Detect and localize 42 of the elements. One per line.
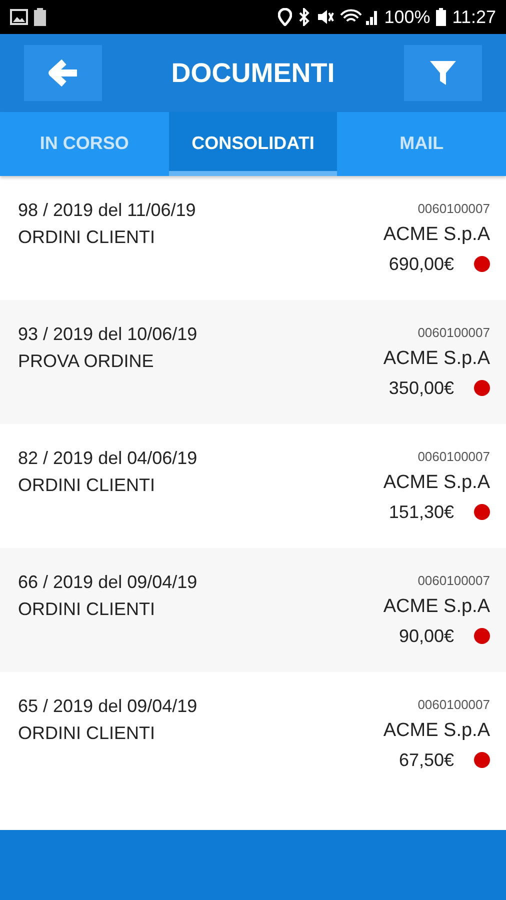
tab[interactable]: CONSOLIDATI (168, 112, 338, 176)
customer-code: 0060100007 (418, 324, 490, 342)
customer-name: ACME S.p.A (383, 595, 490, 619)
document-type: ORDINI CLIENTI (18, 598, 156, 621)
page-title: DOCUMENTI (171, 58, 335, 88)
customer-code: 0060100007 (418, 448, 490, 466)
battery-percentage: 100% (384, 6, 430, 28)
image-icon (10, 9, 28, 25)
document-number: 65 / 2019 del 09/04/19 (18, 695, 198, 718)
filter-button[interactable] (404, 45, 482, 101)
document-number: 93 / 2019 del 10/06/19 (18, 323, 198, 346)
customer-code: 0060100007 (418, 200, 490, 218)
document-amount: 151,30€ (388, 501, 454, 524)
mute-icon (316, 9, 334, 25)
customer-name: ACME S.p.A (383, 719, 490, 743)
document-number: 66 / 2019 del 09/04/19 (18, 571, 198, 594)
wifi-signal-icon (340, 9, 378, 25)
customer-name: ACME S.p.A (383, 223, 490, 247)
document-type: ORDINI CLIENTI (18, 226, 156, 249)
customer-code: 0060100007 (418, 696, 490, 714)
document-amount: 690,00€ (388, 253, 454, 276)
document-number: 98 / 2019 del 11/06/19 (18, 199, 196, 222)
clock: 11:27 (452, 6, 496, 28)
document-row[interactable]: 66 / 2019 del 09/04/19 ORDINI CLIENTI 0060100007 ACME S.p.A 90,00€ (0, 548, 506, 672)
document-amount: 350,00€ (388, 377, 454, 400)
back-arrow-icon (47, 58, 79, 88)
document-type: ORDINI CLIENTI (18, 474, 156, 497)
document-amount: 67,50€ (398, 749, 454, 772)
customer-name: ACME S.p.A (383, 471, 490, 495)
customer-name: ACME S.p.A (383, 347, 490, 371)
location-icon (278, 8, 292, 26)
battery-saver-icon (34, 8, 46, 26)
filter-icon (429, 59, 457, 87)
document-row[interactable]: 93 / 2019 del 10/06/19 PROVA ORDINE 0060100007 ACME S.p.A 350,00€ (0, 300, 506, 424)
document-type: PROVA ORDINE (18, 350, 154, 373)
battery-icon (436, 8, 446, 26)
document-number: 82 / 2019 del 04/06/19 (18, 447, 198, 470)
back-button[interactable] (24, 45, 102, 101)
document-type: ORDINI CLIENTI (18, 722, 156, 745)
document-amount: 90,00€ (398, 625, 454, 648)
bluetooth-icon (298, 8, 310, 26)
customer-code: 0060100007 (418, 572, 490, 590)
